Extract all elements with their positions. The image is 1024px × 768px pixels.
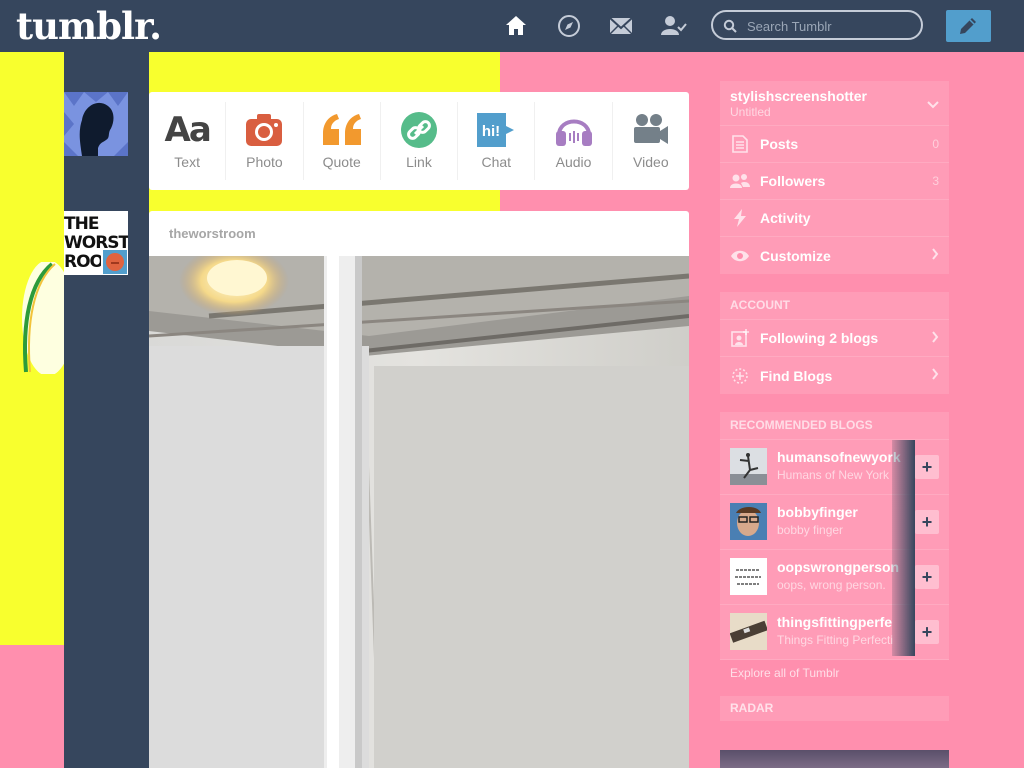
post-type-text[interactable]: Aa Text <box>149 102 227 180</box>
recommended-blog-avatar[interactable] <box>730 558 767 595</box>
reblog-avatar[interactable] <box>101 248 128 275</box>
recommended-blog-avatar[interactable] <box>730 448 767 485</box>
recommended-blog-avatar[interactable] <box>730 503 767 540</box>
user-avatar[interactable] <box>64 92 128 156</box>
blog-subtitle: Untitled <box>730 105 771 119</box>
recommended-block: RECOMMENDED BLOGS humansofnewyork Humans… <box>720 412 949 660</box>
top-bar: tumblr. <box>0 0 1024 52</box>
mail-icon[interactable] <box>608 13 634 39</box>
video-icon <box>632 110 670 150</box>
blog-block: stylishscreenshotter Untitled Posts 0 Fo… <box>720 81 949 274</box>
account-block: ACCOUNT Following 2 blogs Find Blogs <box>720 292 949 394</box>
sidebar: stylishscreenshotter Untitled Posts 0 Fo… <box>720 81 949 721</box>
followers-count: 3 <box>932 174 939 188</box>
post-type-label: Chat <box>481 154 512 170</box>
quote-icon <box>321 110 363 150</box>
eye-icon <box>730 246 750 266</box>
blog-name: stylishscreenshotter <box>730 88 867 104</box>
chevron-right-icon <box>932 331 939 343</box>
compose-button[interactable] <box>946 10 991 42</box>
post-type-label: Photo <box>246 154 283 170</box>
post-type-quote[interactable]: Quote <box>304 102 381 180</box>
text-icon: Aa <box>164 110 212 150</box>
follow-button[interactable]: + <box>915 620 939 644</box>
link-icon <box>400 110 438 150</box>
sidebar-item-activity[interactable]: Activity <box>720 200 949 237</box>
post-type-label: Link <box>406 154 432 170</box>
account-title: ACCOUNT <box>720 292 949 320</box>
recommended-title: RECOMMENDED BLOGS <box>720 412 949 440</box>
following-icon <box>730 328 750 348</box>
sidebar-item-label: Following 2 blogs <box>760 330 879 346</box>
follow-button[interactable]: + <box>915 510 939 534</box>
recommended-blog-name: bobbyfinger <box>777 504 858 520</box>
search-icon <box>723 19 737 33</box>
account-icon[interactable] <box>661 13 687 39</box>
post-type-video[interactable]: Video <box>613 102 689 180</box>
recommended-blog-avatar[interactable] <box>730 613 767 650</box>
sidebar-item-following[interactable]: Following 2 blogs <box>720 320 949 357</box>
dashboard-rail <box>64 52 149 768</box>
post-type-photo[interactable]: Photo <box>226 102 304 180</box>
chat-icon: hi! <box>476 110 516 150</box>
post-type-link[interactable]: Link <box>381 102 459 180</box>
post-type-label: Audio <box>555 154 592 170</box>
post-type-bar: Aa Text Photo Quote Link hi! Chat Audio … <box>149 92 689 190</box>
sidebar-item-posts[interactable]: Posts 0 <box>720 126 949 163</box>
find-blogs-icon <box>730 366 750 386</box>
post-type-chat[interactable]: hi! Chat <box>458 102 536 180</box>
recommended-blog-subtitle: oops, wrong person. <box>777 578 886 592</box>
lamp-image <box>22 262 70 374</box>
sidebar-item-label: Customize <box>760 247 831 264</box>
sidebar-item-label: Find Blogs <box>760 367 833 384</box>
pencil-icon <box>960 18 976 34</box>
follow-button[interactable]: + <box>915 565 939 589</box>
posts-icon <box>730 134 750 154</box>
sidebar-item-label: Followers <box>760 173 826 189</box>
sidebar-item-followers[interactable]: Followers 3 <box>720 163 949 200</box>
compass-icon[interactable] <box>556 13 582 39</box>
sidebar-item-label: Posts <box>760 136 799 152</box>
followers-icon <box>730 171 750 191</box>
post-type-label: Video <box>633 154 669 170</box>
recommended-blog-subtitle: bobby finger <box>777 523 844 537</box>
follow-button[interactable]: + <box>915 455 939 479</box>
camera-icon <box>245 110 283 150</box>
svg-text:hi!: hi! <box>482 123 500 140</box>
chevron-right-icon <box>932 368 939 380</box>
post-type-label: Quote <box>322 154 361 170</box>
sidebar-item-label: Activity <box>760 210 811 226</box>
radar-image[interactable] <box>720 750 949 768</box>
post-author-avatar[interactable]: THE WORST ROO <box>64 211 128 275</box>
recommended-blog-name: thingsfittingperfe <box>777 614 893 630</box>
tumblr-logo[interactable]: tumblr. <box>16 4 162 48</box>
recommended-blog-name: oopswrongperson <box>777 559 900 575</box>
headphones-icon <box>555 110 593 150</box>
post-type-label: Text <box>174 154 200 170</box>
chevron-right-icon <box>932 248 939 260</box>
sidebar-item-customize[interactable]: Customize <box>720 237 949 274</box>
dashboard-post: theworstroom <box>149 211 689 768</box>
explore-link[interactable]: Explore all of Tumblr <box>720 660 949 696</box>
search-field[interactable] <box>711 10 923 40</box>
posts-count: 0 <box>932 137 939 151</box>
radar-title: RADAR <box>720 696 949 721</box>
search-input[interactable] <box>745 15 919 37</box>
post-type-audio[interactable]: Audio <box>535 102 613 180</box>
sidebar-item-find-blogs[interactable]: Find Blogs <box>720 357 949 394</box>
recommended-blog-subtitle: Humans of New York <box>777 468 890 482</box>
chevron-down-icon <box>927 101 939 109</box>
post-blog-name[interactable]: theworstroom <box>149 211 689 256</box>
blog-switcher[interactable]: stylishscreenshotter Untitled <box>720 81 949 126</box>
home-icon[interactable] <box>503 13 529 39</box>
post-photo[interactable] <box>149 256 689 768</box>
lightning-icon <box>730 208 750 228</box>
render-artifact <box>892 440 915 656</box>
recommended-blog-subtitle: Things Fitting Perfecti <box>777 633 894 647</box>
recommended-blog-name: humansofnewyork <box>777 449 901 465</box>
